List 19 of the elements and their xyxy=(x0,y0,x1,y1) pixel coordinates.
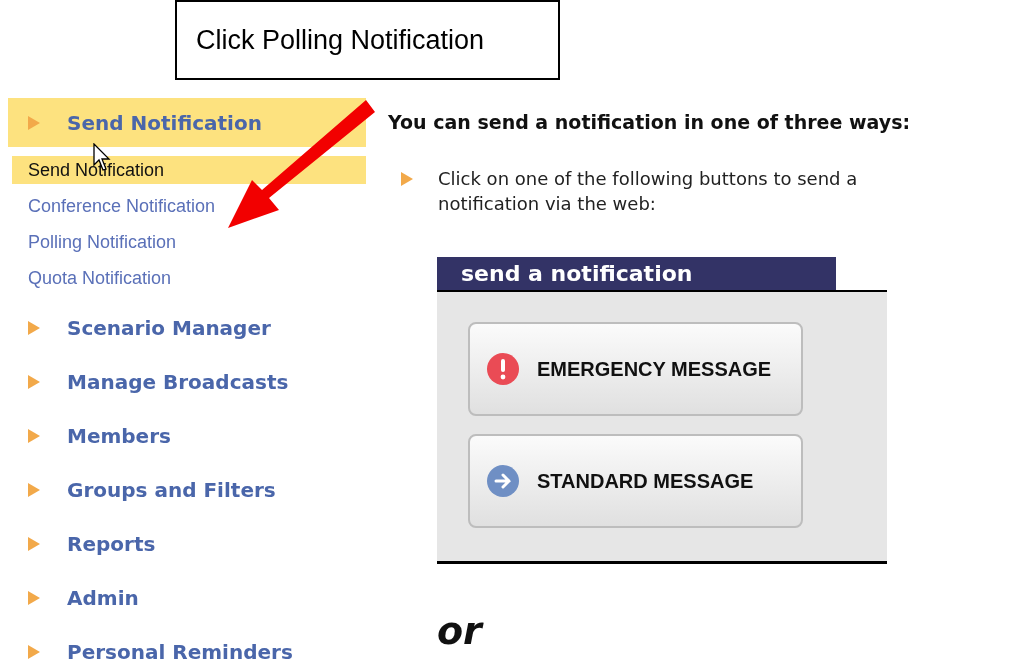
nav-section[interactable]: Reports xyxy=(8,517,366,571)
nav-section[interactable]: Admin xyxy=(8,571,366,625)
nav-section[interactable]: Manage Broadcasts xyxy=(8,355,366,409)
message-button[interactable]: EMERGENCY MESSAGE xyxy=(468,321,803,416)
nav-subitem[interactable]: Polling Notification xyxy=(12,228,366,256)
nav-section[interactable]: Scenario Manager xyxy=(8,301,366,355)
nav-section[interactable]: Personal Reminders xyxy=(8,625,366,664)
nav-subitem[interactable]: Quota Notification xyxy=(12,264,366,292)
nav-section[interactable]: Send Notification xyxy=(8,98,366,147)
nav-section[interactable]: Members xyxy=(8,409,366,463)
callout-box: Click Polling Notification xyxy=(175,0,560,80)
panel-title: send a notification xyxy=(437,256,836,290)
nav-subitem[interactable]: Conference Notification xyxy=(12,192,366,220)
or-separator: or xyxy=(437,611,485,650)
message-button[interactable]: STANDARD MESSAGE xyxy=(468,433,803,528)
nav-section[interactable]: Groups and Filters xyxy=(8,463,366,517)
nav-subitem[interactable]: Send Notification xyxy=(12,156,366,184)
instruction-text: Click on one of the following buttons to send a notification via the web: xyxy=(438,166,858,216)
heading: You can send a notification in one of three ways: xyxy=(388,110,911,135)
